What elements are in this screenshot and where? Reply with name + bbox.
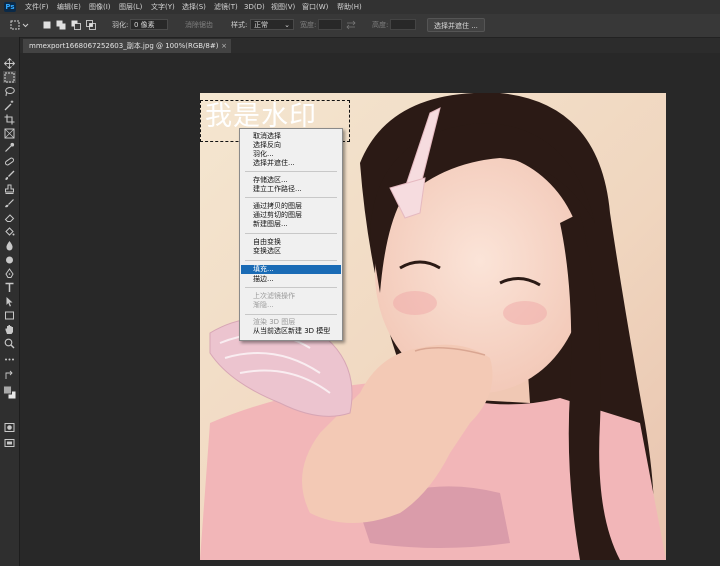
menu-save-selection[interactable]: 存储选区... xyxy=(241,176,341,185)
swap-colors-icon[interactable] xyxy=(3,369,16,381)
width-input[interactable] xyxy=(318,19,342,30)
menu-edit[interactable]: 编辑(E) xyxy=(57,0,81,14)
tools-panel xyxy=(0,37,20,566)
screen-mode-icon[interactable] xyxy=(3,437,16,449)
menu-feather[interactable]: 羽化... xyxy=(241,150,341,159)
menu-type[interactable]: 文字(Y) xyxy=(151,0,175,14)
healing-brush-icon[interactable] xyxy=(3,155,16,167)
menu-layer[interactable]: 图层(L) xyxy=(119,0,142,14)
menu-separator xyxy=(245,171,337,172)
chevron-down-icon[interactable] xyxy=(22,20,29,30)
menu-file[interactable]: 文件(F) xyxy=(25,0,49,14)
marquee-icon[interactable] xyxy=(3,71,16,83)
new-selection-icon[interactable] xyxy=(42,20,52,30)
height-input[interactable] xyxy=(390,19,416,30)
intersect-selection-icon[interactable] xyxy=(86,20,96,30)
feather-label: 羽化: xyxy=(112,21,129,29)
menu-fill[interactable]: 填充... xyxy=(241,265,341,274)
select-and-mask-button[interactable]: 选择并遮住 ... xyxy=(427,18,485,32)
menu-fade: 渐隐... xyxy=(253,301,274,309)
menu-window[interactable]: 窗口(W) xyxy=(302,0,328,14)
menu-make-work-path[interactable]: 建立工作路径... xyxy=(241,185,341,194)
crop-icon[interactable] xyxy=(3,113,16,125)
menu-last-filter: 上次滤镜操作 xyxy=(253,292,295,300)
style-select[interactable]: 正常 ⌄ xyxy=(250,19,294,30)
pen-icon[interactable] xyxy=(3,267,16,279)
swap-dimensions-icon[interactable] xyxy=(346,20,356,30)
document-tab-bar: mmexport1668067252603_副本.jpg @ 100%(RGB/… xyxy=(20,38,720,53)
magic-wand-icon[interactable] xyxy=(3,99,16,111)
dodge-icon[interactable] xyxy=(3,253,16,265)
quick-mask-icon[interactable] xyxy=(3,421,16,433)
menu-separator xyxy=(245,287,337,288)
menu-free-transform[interactable]: 自由变换 xyxy=(241,238,341,247)
eraser-icon[interactable] xyxy=(3,211,16,223)
style-label: 样式: xyxy=(231,21,248,29)
chevron-down-icon: ⌄ xyxy=(284,21,290,29)
menu-select-and-mask[interactable]: 选择并遮住... xyxy=(241,159,341,168)
menu-help[interactable]: 帮助(H) xyxy=(337,0,362,14)
history-brush-icon[interactable] xyxy=(3,197,16,209)
style-value: 正常 xyxy=(254,21,268,29)
document-tab[interactable]: mmexport1668067252603_副本.jpg @ 100%(RGB/… xyxy=(23,39,231,53)
menu-filter[interactable]: 滤镜(T) xyxy=(214,0,238,14)
menu-separator xyxy=(245,260,337,261)
more-tools-icon[interactable] xyxy=(3,353,16,365)
frame-icon[interactable] xyxy=(3,127,16,139)
close-icon[interactable]: × xyxy=(221,39,227,53)
zoom-icon[interactable] xyxy=(3,337,16,349)
color-swatches-icon[interactable] xyxy=(3,383,16,403)
width-label: 宽度: xyxy=(300,21,317,29)
menu-separator xyxy=(245,233,337,234)
options-bar: 羽化: 0 像素 消除锯齿 样式: 正常 ⌄ 宽度: 高度: 选择并遮住 ... xyxy=(0,14,720,38)
lasso-icon[interactable] xyxy=(3,85,16,97)
brush-icon[interactable] xyxy=(3,169,16,181)
clone-stamp-icon[interactable] xyxy=(3,183,16,195)
context-menu: 取消选择 选择反向 羽化... 选择并遮住... 存储选区... 建立工作路径.… xyxy=(239,128,343,341)
menu-view[interactable]: 视图(V) xyxy=(271,0,295,14)
menu-select[interactable]: 选择(S) xyxy=(182,0,206,14)
menu-separator xyxy=(245,197,337,198)
move-icon[interactable] xyxy=(3,57,16,69)
paint-bucket-icon[interactable] xyxy=(3,225,16,237)
app-logo[interactable]: Ps xyxy=(4,2,16,12)
type-icon[interactable] xyxy=(3,281,16,293)
menu-transform-selection[interactable]: 变换选区 xyxy=(241,247,341,256)
menu-new-layer[interactable]: 新建图层... xyxy=(241,220,341,229)
height-label: 高度: xyxy=(372,21,389,29)
antialias-checkbox[interactable]: 消除锯齿 xyxy=(185,20,213,31)
menu-separator xyxy=(245,314,337,315)
menu-deselect[interactable]: 取消选择 xyxy=(241,132,341,141)
hand-icon[interactable] xyxy=(3,323,16,335)
document-tab-title: mmexport1668067252603_副本.jpg @ 100%(RGB/… xyxy=(29,42,219,50)
rectangle-icon[interactable] xyxy=(3,309,16,321)
blur-icon[interactable] xyxy=(3,239,16,251)
subtract-selection-icon[interactable] xyxy=(71,20,81,30)
menu-bar: Ps 文件(F) 编辑(E) 图像(I) 图层(L) 文字(Y) 选择(S) 滤… xyxy=(0,0,720,14)
add-selection-icon[interactable] xyxy=(56,20,66,30)
menu-new-3d-from-selection[interactable]: 从当前选区新建 3D 模型 xyxy=(241,327,341,336)
menu-render-3d-layer: 渲染 3D 图层 xyxy=(253,318,296,326)
marquee-preset-icon[interactable] xyxy=(10,20,20,30)
menu-layer-via-cut[interactable]: 通过剪切的图层 xyxy=(241,211,341,220)
menu-select-inverse[interactable]: 选择反向 xyxy=(241,141,341,150)
feather-input[interactable]: 0 像素 xyxy=(130,19,168,30)
menu-image[interactable]: 图像(I) xyxy=(89,0,111,14)
menu-3d[interactable]: 3D(D) xyxy=(244,0,265,14)
menu-stroke[interactable]: 描边... xyxy=(241,275,341,284)
menu-layer-via-copy[interactable]: 通过拷贝的图层 xyxy=(241,202,341,211)
eyedropper-icon[interactable] xyxy=(3,141,16,153)
path-selection-icon[interactable] xyxy=(3,295,16,307)
